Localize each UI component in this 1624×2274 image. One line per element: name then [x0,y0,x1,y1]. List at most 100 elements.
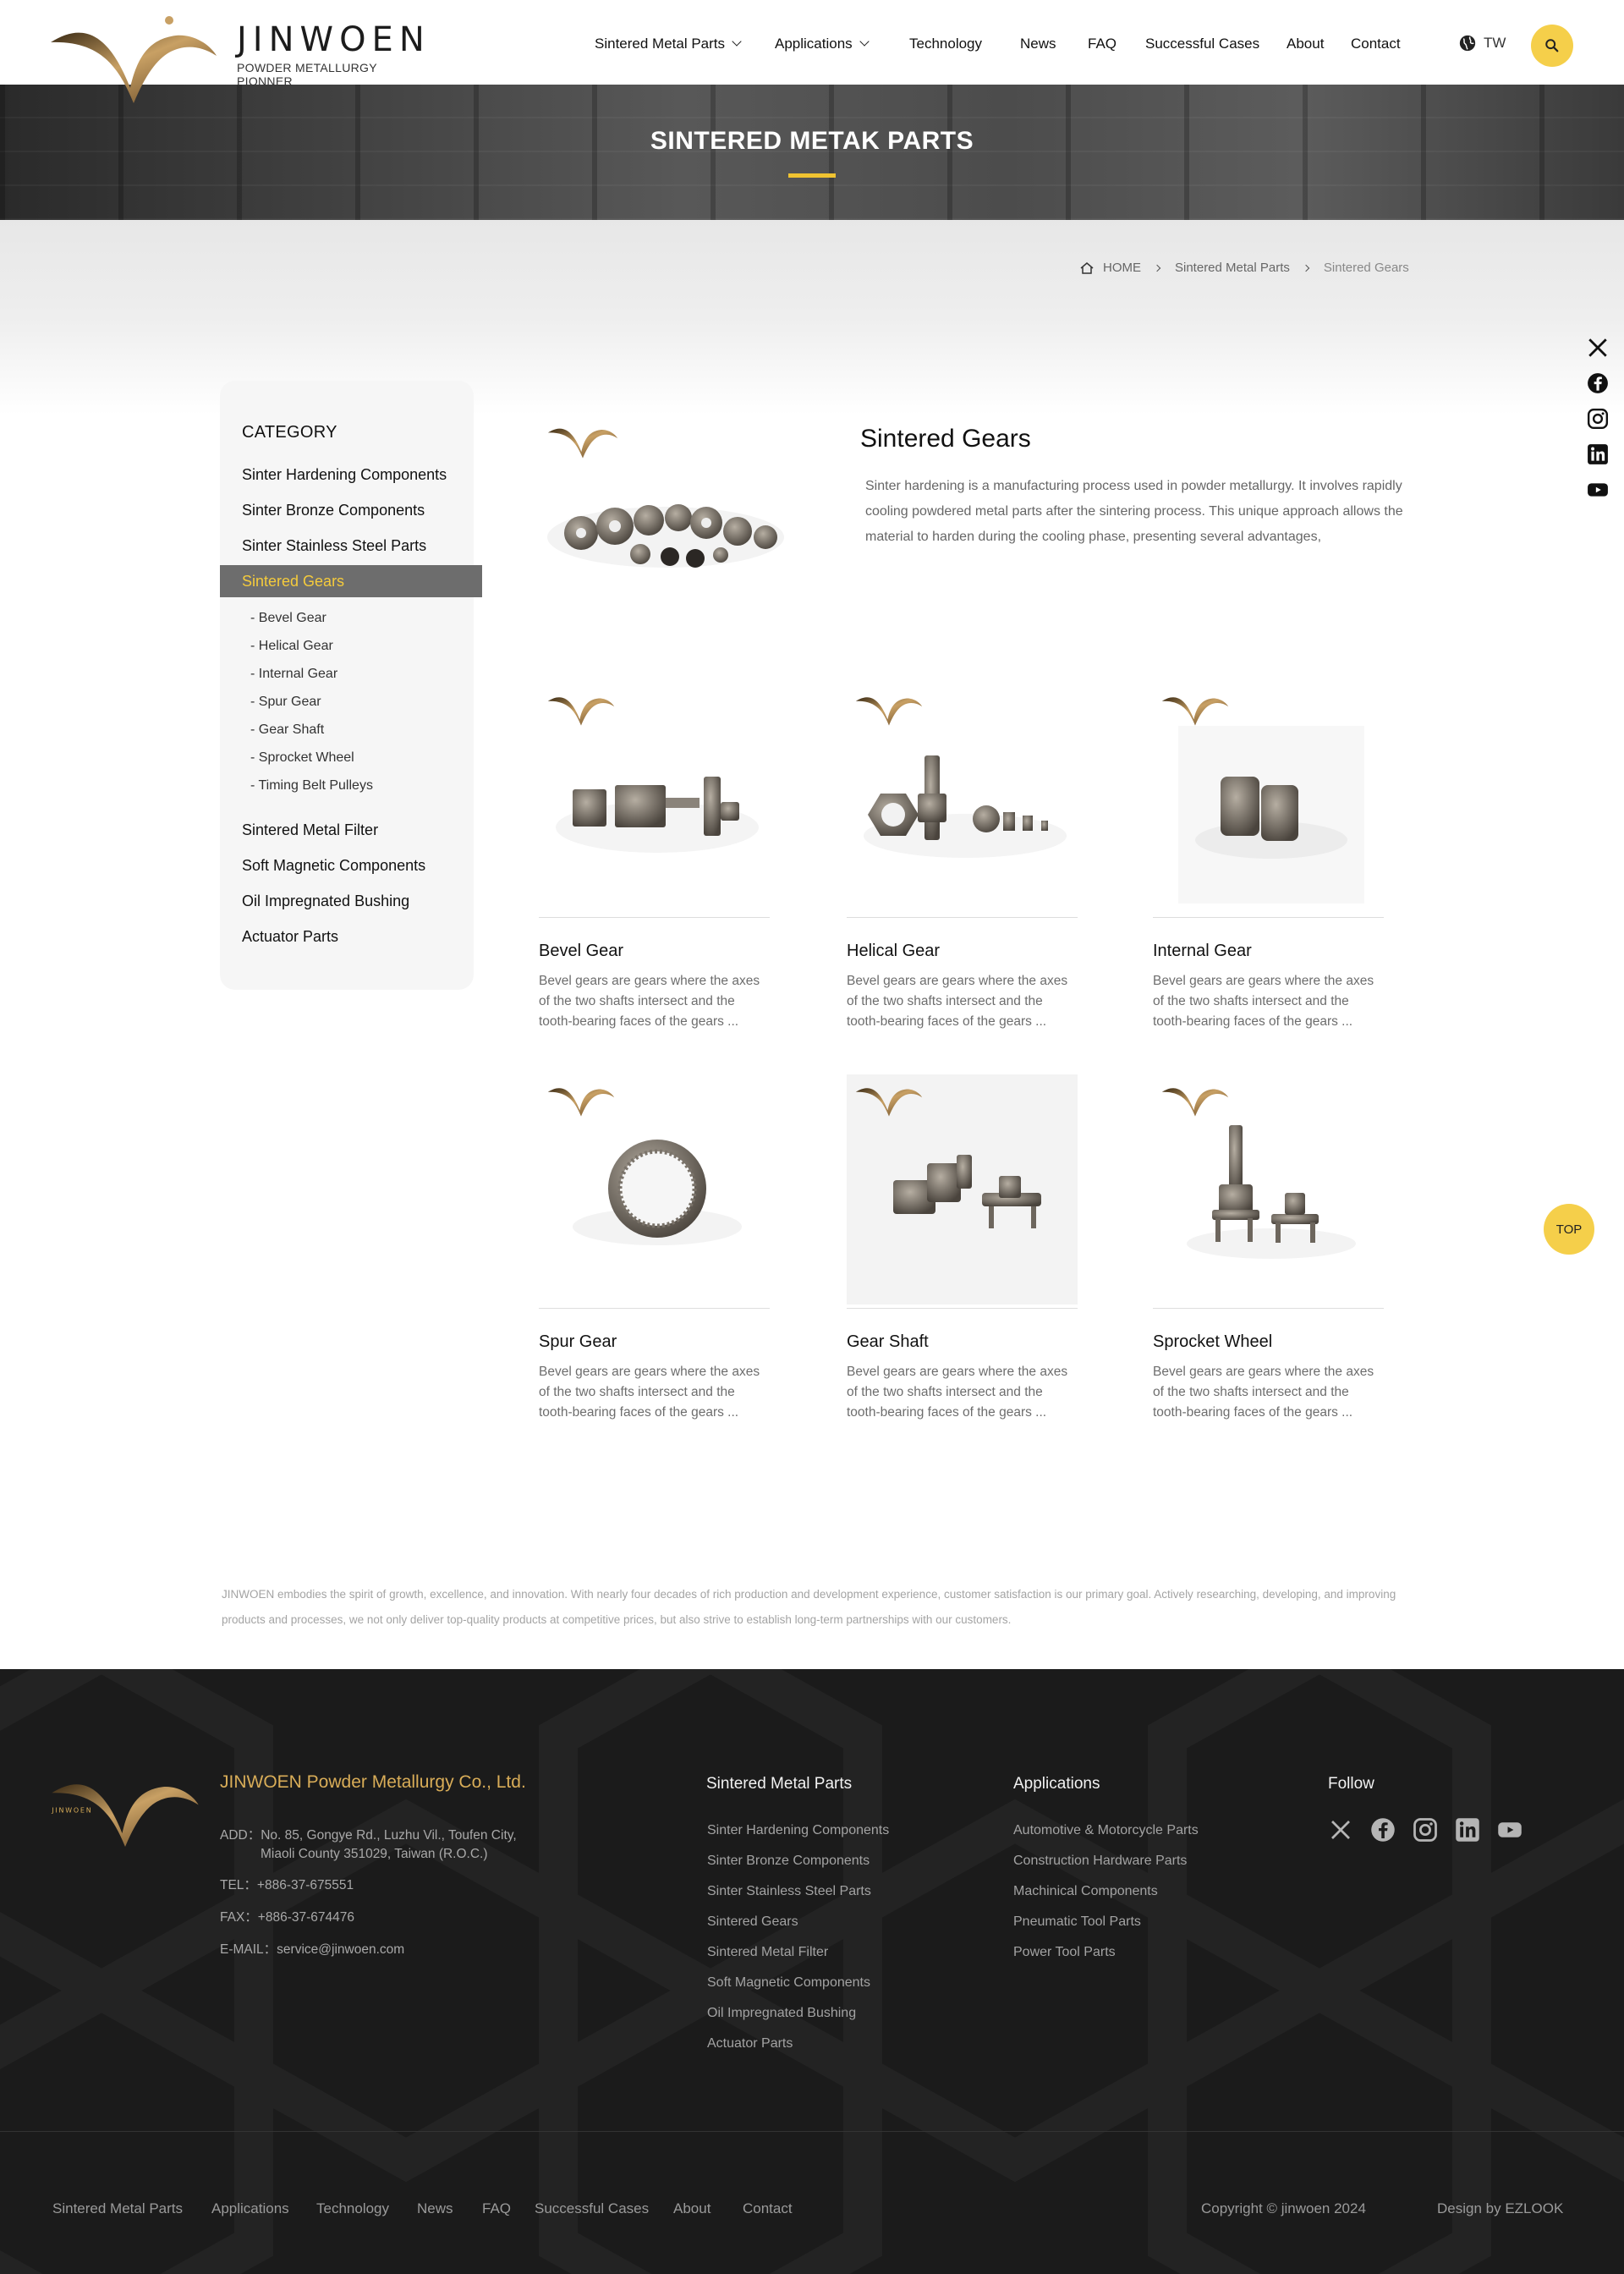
footer-nav-successful-cases[interactable]: Successful Cases [535,2200,649,2217]
facebook-icon[interactable] [1370,1817,1396,1843]
brand-badge-icon [547,697,615,726]
product-name[interactable]: Sprocket Wheel [1153,1332,1384,1352]
footer-nav-sintered-metal-parts[interactable]: Sintered Metal Parts [52,2200,183,2217]
category-item-sintered-gears[interactable]: Sintered Gears [220,565,482,597]
subcategory-helical-gear[interactable]: - Helical Gear [250,639,333,654]
subcategory-gear-shaft[interactable]: - Gear Shaft [250,722,324,738]
product-card-sprocket-wheel[interactable]: Sprocket Wheel Bevel gears are gears whe… [1153,1074,1384,1423]
footer-link[interactable]: Pneumatic Tool Parts [1013,1914,1141,1930]
footer-link[interactable]: Soft Magnetic Components [707,1975,870,1991]
footer-nav-news[interactable]: News [417,2200,453,2217]
product-name[interactable]: Spur Gear [539,1332,770,1352]
category-active-label: Sintered Gears [242,573,345,590]
address-line1: No. 85, Gongye Rd., Luzhu Vil., Toufen C… [261,1828,517,1843]
footer-link[interactable]: Oil Impregnated Bushing [707,2006,856,2021]
subcategory-internal-gear[interactable]: - Internal Gear [250,667,337,682]
x-icon[interactable] [1328,1817,1353,1843]
product-description: Bevel gears are gears where the axes of … [1153,974,1374,1029]
category-item-actuator[interactable]: Actuator Parts [242,928,338,946]
nav-technology[interactable]: Technology [909,36,982,52]
chevron-right-icon [1153,264,1161,272]
breadcrumb-level1[interactable]: Sintered Metal Parts [1175,261,1290,275]
category-item-sinter-stainless[interactable]: Sinter Stainless Steel Parts [242,537,426,555]
product-card-bevel-gear[interactable]: Bevel Gear Bevel gears are gears where t… [539,684,770,1032]
product-card-gear-shaft[interactable]: Gear Shaft Bevel gears are gears where t… [847,1074,1078,1423]
nav-contact[interactable]: Contact [1351,36,1401,52]
linkedin-icon[interactable] [1587,443,1609,465]
category-item-oil-bushing[interactable]: Oil Impregnated Bushing [242,893,409,910]
back-to-top-button[interactable]: TOP [1544,1204,1594,1255]
breadcrumb-home[interactable]: HOME [1103,261,1141,275]
nav-faq[interactable]: FAQ [1088,36,1116,52]
footer-link[interactable]: Sintered Gears [707,1914,798,1930]
facebook-icon[interactable] [1587,372,1609,394]
nav-applications[interactable]: Applications [775,36,870,52]
footer-divider [0,2131,1624,2132]
feature-product-image [539,415,793,601]
nav-sintered-metal-parts[interactable]: Sintered Metal Parts [595,36,742,52]
footer-link[interactable]: Actuator Parts [707,2036,793,2052]
footer-link[interactable]: Power Tool Parts [1013,1945,1116,1960]
linkedin-icon[interactable] [1455,1817,1480,1843]
footer-link[interactable]: Sinter Bronze Components [707,1854,870,1869]
product-name[interactable]: Bevel Gear [539,942,770,961]
subcategory-sprocket-wheel[interactable]: - Sprocket Wheel [250,750,354,766]
footer-nav-contact[interactable]: Contact [743,2200,793,2217]
subcategory-bevel-gear[interactable]: - Bevel Gear [250,611,326,626]
footer-link[interactable]: Automotive & Motorcycle Parts [1013,1823,1199,1838]
footer-email[interactable]: E-MAIL：service@jinwoen.com [220,1939,404,1958]
footer-tel[interactable]: TEL：+886-37-675551 [220,1875,354,1893]
product-card-internal-gear[interactable]: Internal Gear Bevel gears are gears wher… [1153,684,1384,1032]
chevron-down-icon [859,36,870,47]
product-description: Bevel gears are gears where the axes of … [847,974,1068,1029]
footer-link[interactable]: Construction Hardware Parts [1013,1854,1187,1869]
brand-badge-icon [1161,697,1229,726]
search-button[interactable] [1531,25,1573,67]
product-card-helical-gear[interactable]: Helical Gear Bevel gears are gears where… [847,684,1078,1032]
footer-link[interactable]: Sinter Hardening Components [707,1823,889,1838]
instagram-icon[interactable] [1587,408,1609,430]
nav-about[interactable]: About [1287,36,1324,52]
footer-copyright: Copyright © jinwoen 2024 [1201,2200,1366,2216]
product-name[interactable]: Internal Gear [1153,942,1384,961]
footer-nav-faq[interactable]: FAQ [482,2200,511,2217]
youtube-icon[interactable] [1587,479,1609,501]
product-card-spur-gear[interactable]: Spur Gear Bevel gears are gears where th… [539,1074,770,1423]
footer-follow-title: Follow [1328,1775,1374,1793]
footer-nav-applications[interactable]: Applications [211,2200,289,2217]
category-item-metal-filter[interactable]: Sintered Metal Filter [242,821,378,839]
category-item-sinter-hardening[interactable]: Sinter Hardening Components [242,466,447,484]
nav-successful-cases[interactable]: Successful Cases [1145,36,1259,52]
product-name[interactable]: Helical Gear [847,942,1078,961]
nav-news[interactable]: News [1020,36,1056,52]
product-image [1153,684,1384,914]
address-label: ADD： [220,1828,261,1843]
footer-address-line2: Miaoli County 351029, Taiwan (R.O.C.) [261,1847,488,1861]
product-image [847,684,1078,914]
instagram-icon[interactable] [1413,1817,1438,1843]
footer-logo-text: JINWOEN [51,1806,92,1814]
subcategory-timing-belt[interactable]: - Timing Belt Pulleys [250,778,373,794]
footer-nav-about[interactable]: About [673,2200,710,2217]
footer-logo[interactable]: JINWOEN [49,1769,201,1847]
nav-label: Sintered Metal Parts [595,36,726,52]
footer-social-links [1328,1817,1522,1843]
subcategory-spur-gear[interactable]: - Spur Gear [250,695,321,710]
product-name[interactable]: Gear Shaft [847,1332,1078,1352]
category-item-soft-magnetic[interactable]: Soft Magnetic Components [242,857,425,875]
product-image [539,684,770,914]
product-image [847,1074,1078,1305]
youtube-icon[interactable] [1497,1817,1522,1843]
card-divider [847,1308,1078,1309]
globe-icon [1459,35,1476,52]
language-switch[interactable]: TW [1458,34,1506,52]
footer-nav-technology[interactable]: Technology [316,2200,389,2217]
footer-link[interactable]: Sintered Metal Filter [707,1945,828,1960]
footer-company-name: JINWOEN Powder Metallurgy Co., Ltd. [220,1772,526,1792]
footer-design-credit[interactable]: Design by EZLOOK [1437,2200,1563,2217]
footer-link[interactable]: Sinter Stainless Steel Parts [707,1884,871,1899]
category-item-sinter-bronze[interactable]: Sinter Bronze Components [242,502,425,519]
x-icon[interactable] [1587,337,1609,359]
company-intro: JINWOEN embodies the spirit of growth, e… [222,1588,1396,1626]
footer-link[interactable]: Machinical Components [1013,1884,1158,1899]
